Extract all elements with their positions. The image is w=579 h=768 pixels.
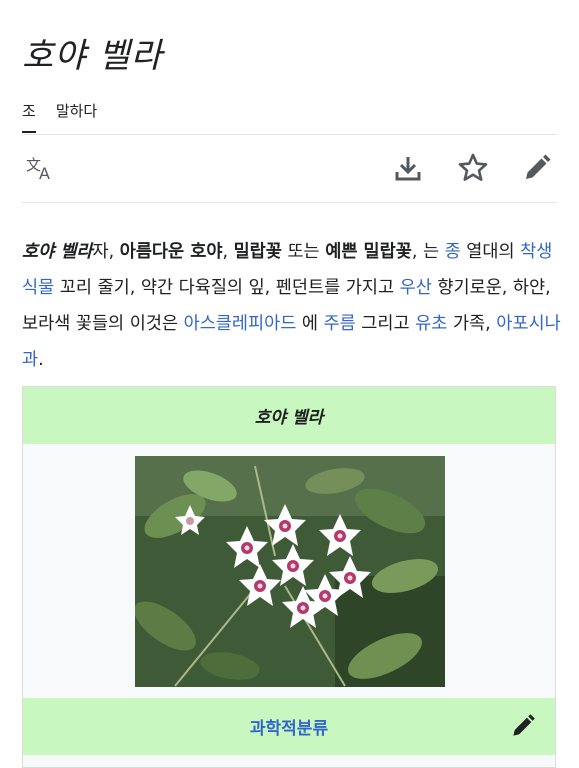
lead-text: 에: [296, 313, 324, 334]
toolbar-divider: [22, 202, 557, 203]
page-title: 호야 벨라: [22, 36, 163, 76]
flower-photo[interactable]: [134, 456, 445, 687]
link-species[interactable]: 종: [445, 242, 461, 262]
lead-text: 열대의: [460, 241, 521, 262]
page-tabs: 조 말하다: [22, 100, 97, 133]
lead-paragraph: 호야 벨라자, 아름다운 호야, 밀랍꽃 또는 예쁜 밀랍꽃, 는 종 열대의 …: [22, 234, 562, 378]
svg-text:A: A: [39, 164, 50, 183]
tabs-divider: [22, 134, 557, 135]
link-asclepiad[interactable]: 아스클레피아드: [184, 314, 297, 334]
lead-bold: 밀랍꽃: [233, 241, 282, 262]
star-icon[interactable]: [457, 152, 489, 184]
pencil-icon[interactable]: [521, 152, 553, 184]
translate-icon[interactable]: 文 A: [24, 152, 56, 184]
link-subfamily[interactable]: 주름: [324, 314, 356, 334]
download-icon[interactable]: [392, 152, 424, 184]
infobox-section-header: 과학적분류: [23, 698, 555, 755]
lead-bold: 예쁜 밀랍꽃: [325, 241, 412, 262]
lead-text: 가족,: [447, 313, 497, 334]
tab-article[interactable]: 조: [22, 100, 36, 133]
link-umbel[interactable]: 우산: [400, 278, 432, 298]
lead-text: 그리고: [355, 313, 416, 334]
tab-talk[interactable]: 말하다: [56, 100, 97, 131]
lead-text: 또는: [281, 241, 326, 262]
lead-text: ,: [222, 241, 234, 262]
scientific-classification-link[interactable]: 과학적분류: [250, 714, 328, 739]
lead-text: .: [38, 349, 44, 370]
lead-text: 자,: [92, 241, 120, 262]
infobox: 호야 벨라 과학적분류: [22, 386, 556, 768]
lead-bold-italic: 호야 벨라: [22, 241, 93, 262]
pencil-icon[interactable]: [509, 712, 537, 740]
lead-bold: 아름다운 호야: [119, 241, 223, 262]
infobox-title: 호야 벨라: [23, 387, 555, 444]
link-dogbane[interactable]: 유초: [415, 314, 447, 334]
lead-text: , 는: [411, 241, 445, 262]
lead-text: 꼬리 줄기, 약간 다육질의 잎, 펜던트를 가지고: [54, 277, 400, 298]
